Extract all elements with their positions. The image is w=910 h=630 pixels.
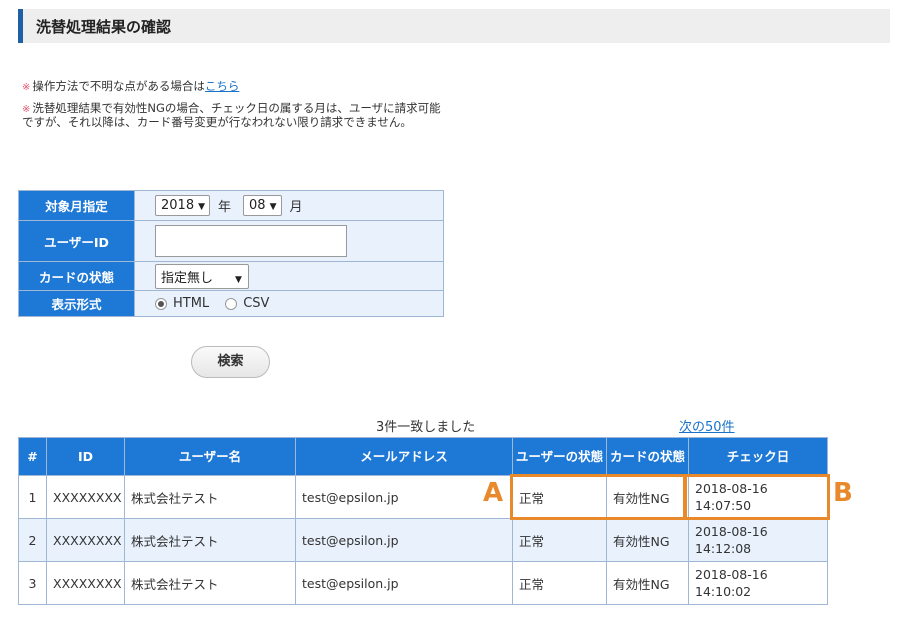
chevron-down-icon: ▼: [198, 202, 206, 212]
year-value: 2018: [161, 198, 195, 213]
target-month-label: 対象月指定: [18, 190, 135, 221]
results-table: # ID ユーザー名 メールアドレス ユーザーの状態 カードの状態 チェック日 …: [18, 437, 828, 605]
row-id: XXXXXXXX: [46, 518, 125, 562]
user-id-label: ユーザーID: [18, 220, 135, 262]
col-header-card-status: カードの状態: [606, 437, 689, 476]
highlight-box-a: [510, 474, 686, 520]
row-check-date: 2018-08-16 14:10:02: [688, 561, 828, 605]
chevron-down-icon: ▼: [269, 202, 277, 212]
row-username: 株式会社テスト: [124, 518, 296, 562]
col-header-num: #: [18, 437, 47, 476]
row-user-status: 正常: [512, 561, 607, 605]
row-check-date: 2018-08-16 14:12:08: [688, 518, 828, 562]
month-select[interactable]: 08 ▼: [243, 195, 282, 216]
col-header-user-status: ユーザーの状態: [512, 437, 607, 476]
row-card-status: 有効性NG: [606, 561, 689, 605]
help-note: ※ 操作方法で不明な点がある場合はこちら: [22, 80, 452, 94]
format-label: 表示形式: [18, 290, 135, 317]
note-mark: ※: [22, 104, 31, 115]
col-header-email: メールアドレス: [295, 437, 513, 476]
table-row: 2 XXXXXXXX 株式会社テスト test@epsilon.jp 正常 有効…: [18, 518, 828, 562]
billing-note: ※ 洗替処理結果で有効性NGの場合、チェック日の属する月は、ユーザに請求可能ですが…: [22, 102, 452, 129]
row-id: XXXXXXXX: [46, 561, 125, 605]
month-value: 08: [249, 198, 266, 213]
search-button[interactable]: 検索: [191, 346, 270, 378]
row-num: 2: [18, 518, 47, 562]
radio-csv[interactable]: [225, 297, 238, 310]
row-num: 1: [18, 475, 47, 519]
user-id-input[interactable]: [155, 225, 347, 257]
note-mark: ※: [22, 82, 31, 93]
row-email: test@epsilon.jp: [295, 475, 513, 519]
radio-csv-label: CSV: [243, 296, 270, 311]
page-header: 洗替処理結果の確認: [18, 9, 890, 43]
check-time: 14:12:08: [695, 541, 752, 556]
search-form: 対象月指定 2018 ▼ 年 08 ▼ 月 ユーザーID カードの状態 指定無し ▼ 表示形…: [18, 190, 444, 317]
row-email: test@epsilon.jp: [295, 561, 513, 605]
col-header-check-date: チェック日: [688, 437, 828, 476]
result-count: 3件一致しました: [376, 420, 476, 435]
check-time: 14:10:02: [695, 584, 752, 599]
callout-label-a: A: [483, 478, 504, 508]
row-username: 株式会社テスト: [124, 561, 296, 605]
callout-label-b: B: [833, 478, 853, 508]
chevron-down-icon: ▼: [235, 274, 242, 285]
year-unit: 年: [218, 200, 232, 215]
col-header-id: ID: [46, 437, 125, 476]
year-select[interactable]: 2018 ▼: [155, 195, 211, 216]
table-header-row: # ID ユーザー名 メールアドレス ユーザーの状態 カードの状態 チェック日: [18, 437, 828, 476]
radio-html[interactable]: [155, 297, 167, 310]
row-id: XXXXXXXX: [46, 475, 125, 519]
card-status-label: カードの状態: [18, 261, 135, 291]
help-note-text: 操作方法で不明な点がある場合は: [32, 79, 205, 93]
row-email: test@epsilon.jp: [295, 518, 513, 562]
row-username: 株式会社テスト: [124, 475, 296, 519]
check-date: 2018-08-16: [695, 524, 768, 539]
row-user-status: 正常: [512, 518, 607, 562]
col-header-username: ユーザー名: [124, 437, 296, 476]
next-page-link[interactable]: 次の50件: [679, 416, 735, 435]
month-unit: 月: [289, 200, 303, 215]
row-num: 3: [18, 561, 47, 605]
card-status-value: 指定無し: [161, 270, 214, 286]
card-status-select[interactable]: 指定無し ▼: [155, 263, 249, 289]
check-date: 2018-08-16: [695, 567, 768, 582]
billing-note-text: 洗替処理結果で有効性NGの場合、チェック日の属する月は、ユーザに請求可能ですが、…: [22, 101, 441, 129]
radio-html-label: HTML: [173, 296, 210, 311]
row-card-status: 有効性NG: [606, 518, 689, 562]
highlight-box-b: [684, 474, 830, 520]
page-title: 洗替処理結果の確認: [36, 18, 172, 36]
table-row: 3 XXXXXXXX 株式会社テスト test@epsilon.jp 正常 有効…: [18, 561, 828, 605]
help-link[interactable]: こちら: [205, 79, 240, 93]
